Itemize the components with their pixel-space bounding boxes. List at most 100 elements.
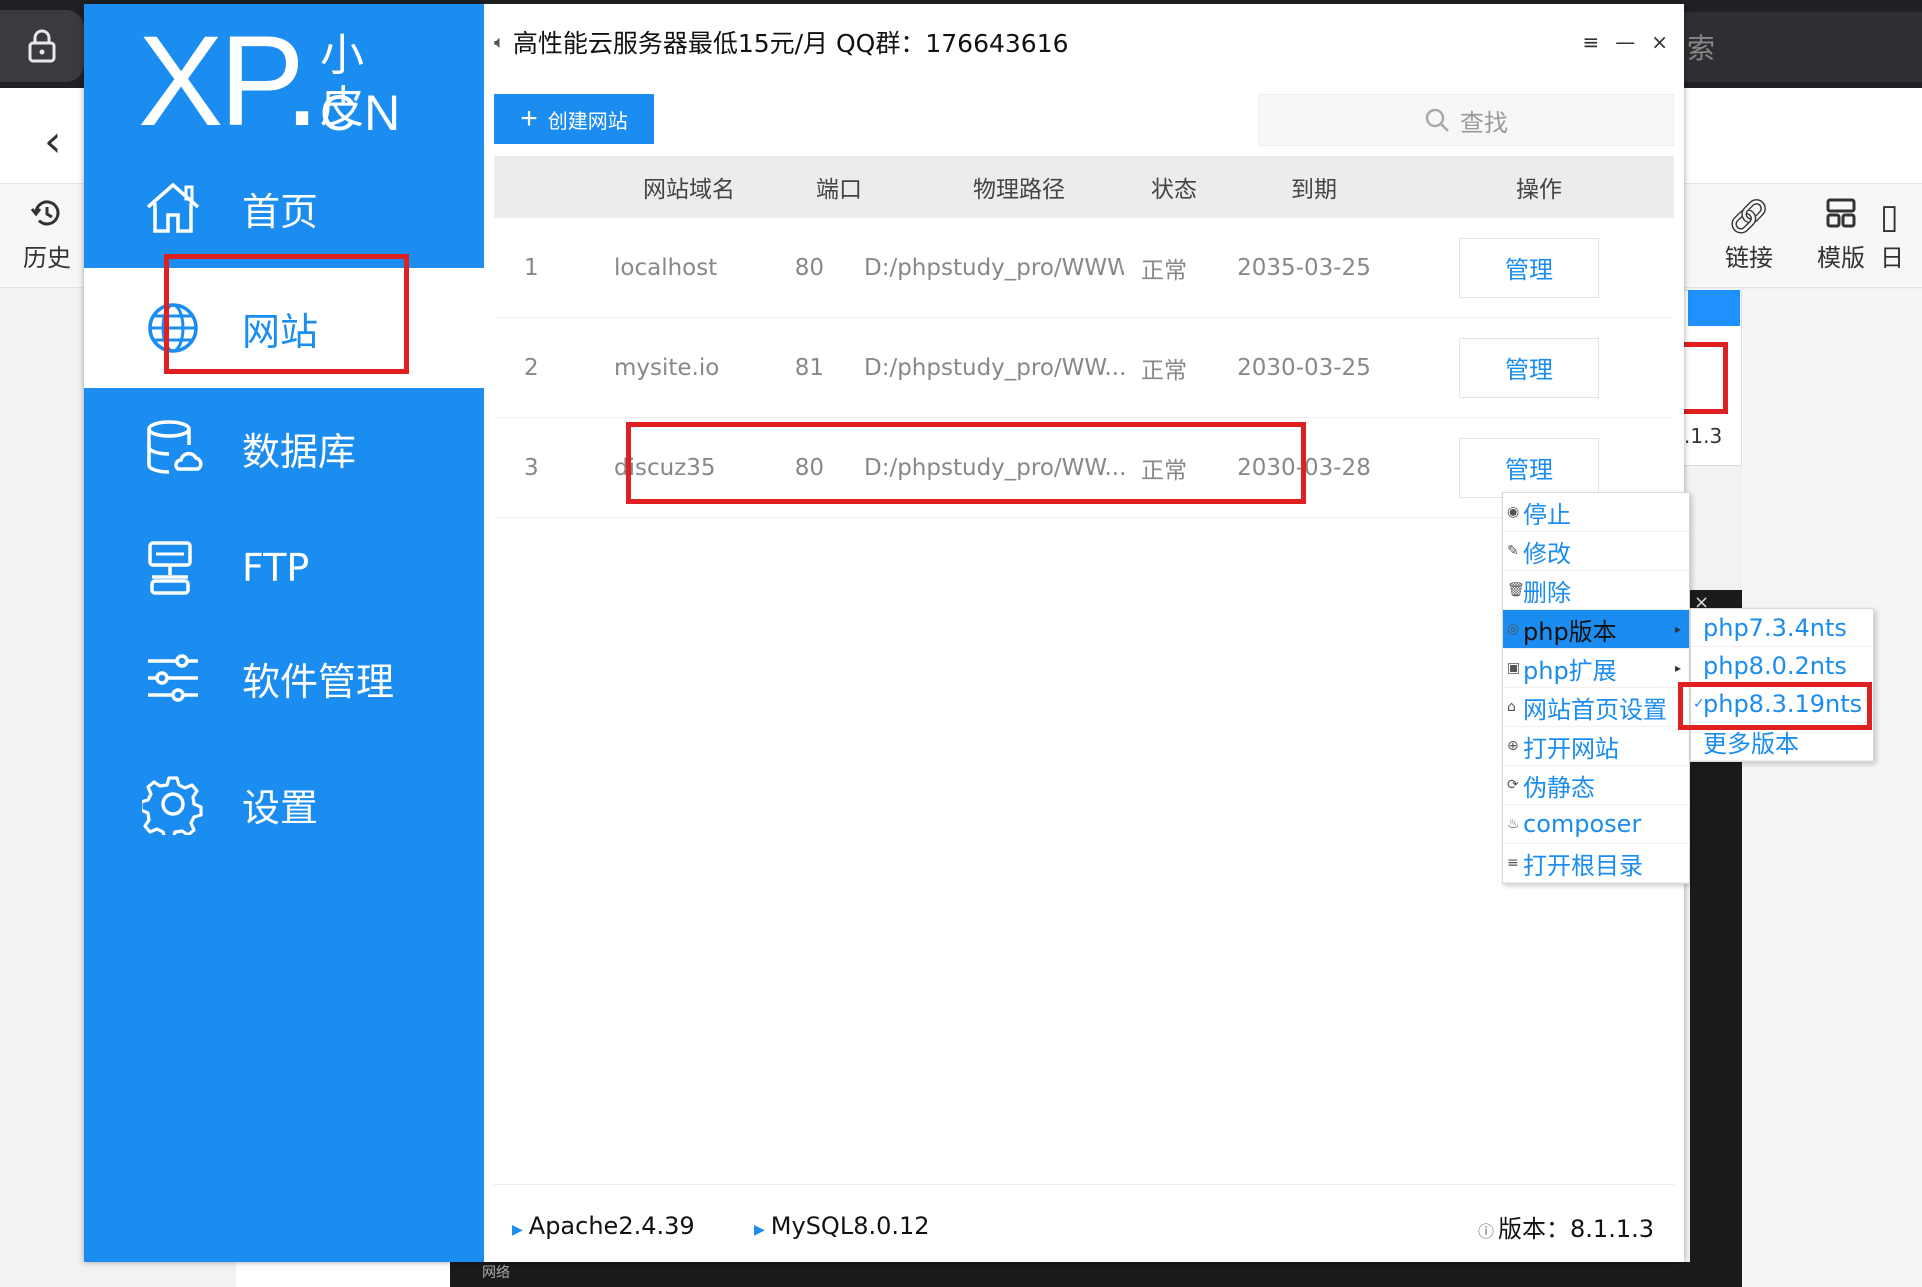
col-domain: 网站域名: [643, 177, 735, 203]
row-domain: localhost: [614, 254, 718, 281]
xp-logo: XP. 小皮 CN: [138, 10, 400, 153]
menu-item-open-root[interactable]: ≡ 打开根目录: [1503, 844, 1689, 883]
row-port: 81: [794, 354, 824, 381]
row-number: 1: [524, 254, 539, 281]
row-number: 2: [524, 354, 539, 381]
open-site-icon: ⊕: [1507, 738, 1519, 754]
menu-icon[interactable]: ≡: [1582, 30, 1599, 54]
row-domain: mysite.io: [614, 354, 720, 381]
manage-button[interactable]: 管理: [1459, 337, 1599, 398]
sidebar-label-ftp: FTP: [242, 546, 310, 590]
extension-icon: ▣: [1507, 660, 1521, 676]
row-expire: 2030-03-25: [1237, 354, 1371, 381]
menu-item-stop[interactable]: ◉ 停止: [1503, 493, 1689, 532]
gear-icon: [142, 776, 203, 835]
version-info: ⓘ 版本：8.1.1.3: [1478, 1214, 1654, 1243]
speaker-icon: 🔈︎: [494, 31, 505, 53]
col-path: 物理路径: [973, 177, 1065, 203]
history-button[interactable]: 历史: [2, 196, 92, 273]
logo-xp-text: XP.: [138, 10, 320, 153]
menu-item-homepage[interactable]: ⌂ 网站首页设置: [1503, 688, 1689, 727]
menu-item-edit[interactable]: ✎ 修改: [1503, 532, 1689, 571]
col-action: 操作: [1516, 177, 1562, 203]
sidebar-highlight-box: [164, 254, 409, 374]
apache-status[interactable]: ▶ Apache2.4.39: [512, 1212, 695, 1240]
sidebar-item-home[interactable]: 首页: [84, 148, 484, 268]
ftp-icon: [148, 541, 192, 595]
context-menu: ◉ 停止 ✎ 修改 🗑 删除 ◎ php版本 ▸ ▣ php扩展 ▸ ⌂ 网站首页设置 ⊕ 打开网…: [1502, 492, 1690, 884]
row-status: 正常: [1141, 357, 1187, 384]
submenu-arrow-icon: ▸: [1674, 622, 1681, 636]
background-bottom-tab: 网络: [482, 1265, 510, 1281]
close-icon[interactable]: ×: [1651, 30, 1668, 54]
back-arrow-icon[interactable]: ‹: [44, 116, 62, 167]
menu-item-open-site[interactable]: ⊕ 打开网站: [1503, 727, 1689, 766]
home-icon: [146, 182, 200, 233]
search-input[interactable]: 查找: [1258, 94, 1674, 146]
col-port: 端口: [816, 177, 862, 203]
link-icon: 🔗︎: [1727, 197, 1771, 237]
sidebar-label-software: 软件管理: [242, 659, 395, 704]
phpstudy-window: XP. 小皮 CN 首页 网站 数据库 FTP 软件管理 设置 🔈︎ 高性能云服…: [84, 4, 1684, 1262]
sidebar-item-settings[interactable]: 设置: [84, 744, 484, 864]
stop-icon: ◉: [1507, 504, 1520, 520]
table-header: 网站域名 端口 物理路径 状态 到期 操作: [494, 156, 1674, 218]
search-placeholder: 查找: [1460, 108, 1508, 137]
browser-search-fragment[interactable]: 索: [1683, 12, 1922, 82]
homepage-icon: ⌂: [1507, 699, 1516, 715]
template-icon: [1796, 196, 1886, 238]
database-icon: [147, 420, 203, 474]
logo-cn-text: CN: [320, 85, 409, 141]
pencil-icon: ✎: [1507, 543, 1519, 559]
row-status: 正常: [1141, 257, 1187, 284]
link-button[interactable]: 🔗︎ 链接: [1704, 196, 1794, 273]
manage-button[interactable]: 管理: [1459, 237, 1599, 298]
background-panel: [1742, 290, 1922, 1287]
play-icon: ▶: [754, 1222, 765, 1238]
content-divider: [494, 1184, 1674, 1185]
sidebar-label-database: 数据库: [242, 429, 357, 474]
template-button[interactable]: 模版: [1796, 196, 1886, 273]
sidebar: XP. 小皮 CN 首页 网站 数据库 FTP 软件管理 设置: [84, 4, 484, 1262]
mysql-status[interactable]: ▶ MySQL8.0.12: [754, 1212, 930, 1240]
table-row[interactable]: 2 mysite.io 81 D:/phpstudy_pro/WW... 正常 …: [494, 318, 1674, 418]
status-bar: ▶ Apache2.4.39 ▶ MySQL8.0.12 ⓘ 版本：8.1.1.3: [484, 1190, 1684, 1262]
sidebar-item-database[interactable]: 数据库: [84, 388, 484, 508]
menu-item-php-version[interactable]: ◎ php版本 ▸: [1503, 610, 1689, 649]
composer-icon: ♨: [1507, 816, 1520, 832]
menu-item-php-extension[interactable]: ▣ php扩展 ▸: [1503, 649, 1689, 688]
more-button[interactable]: ▯ 日: [1880, 196, 1922, 273]
window-controls: ≡ — ×: [1582, 30, 1668, 54]
menu-item-composer[interactable]: ♨ composer: [1503, 805, 1689, 844]
sidebar-item-ftp[interactable]: FTP: [84, 508, 484, 628]
row-path: D:/phpstudy_pro/WW...: [864, 354, 1124, 381]
template-label: 模版: [1817, 244, 1865, 272]
announcement-text[interactable]: 高性能云服务器最低15元/月 QQ群：176643616: [513, 24, 1069, 60]
php-icon: ◎: [1507, 621, 1520, 637]
plus-icon: +: [520, 102, 538, 135]
sidebar-item-software[interactable]: 软件管理: [84, 618, 484, 738]
info-icon: ⓘ: [1478, 1221, 1495, 1241]
row-port: 80: [794, 254, 824, 281]
create-site-button[interactable]: + 创建网站: [494, 94, 654, 144]
folder-list-icon: ≡: [1507, 855, 1519, 871]
row-expire: 2035-03-25: [1237, 254, 1371, 281]
manage-button[interactable]: 管理: [1459, 437, 1599, 498]
rewrite-icon: ⟳: [1507, 777, 1519, 793]
menu-item-delete[interactable]: 🗑 删除: [1503, 571, 1689, 610]
php-version-option[interactable]: php7.3.4nts: [1691, 609, 1873, 647]
announcement-bar: 🔈︎ 高性能云服务器最低15元/月 QQ群：176643616: [484, 4, 1684, 80]
col-status: 状态: [1151, 177, 1197, 203]
menu-item-rewrite[interactable]: ⟳ 伪静态: [1503, 766, 1689, 805]
background-bottom-strip: [236, 1262, 450, 1287]
background-bottom-dark: [450, 1262, 1690, 1287]
more-icon: ▯: [1880, 197, 1899, 237]
lock-icon[interactable]: [0, 10, 84, 82]
row-path: D:/phpstudy_pro/WWW: [864, 254, 1124, 281]
row-highlight-box: [626, 422, 1306, 504]
link-label: 链接: [1725, 244, 1773, 272]
php-version-option[interactable]: php8.0.2nts: [1691, 647, 1873, 685]
sidebar-label-home: 首页: [242, 189, 319, 234]
minimize-icon[interactable]: —: [1615, 30, 1635, 54]
table-row[interactable]: 1 localhost 80 D:/phpstudy_pro/WWW 正常 20…: [494, 218, 1674, 318]
